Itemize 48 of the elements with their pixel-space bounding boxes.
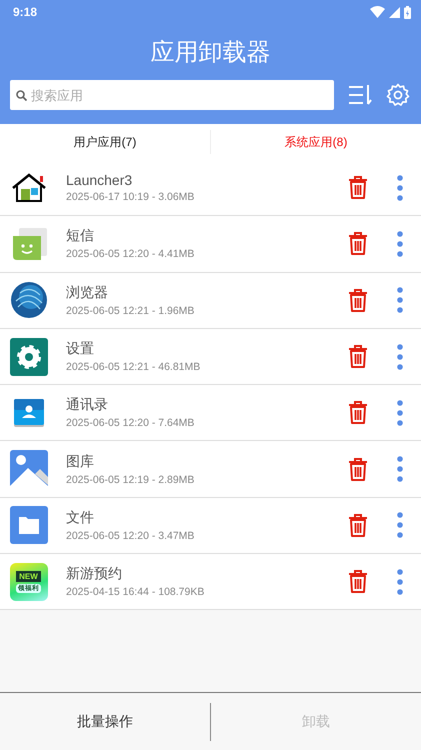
folder-icon <box>10 506 48 544</box>
globe-icon <box>10 281 48 320</box>
app-name: 通讯录 <box>66 396 108 414</box>
chat-bubble-icon <box>10 226 46 262</box>
more-icon[interactable] <box>397 568 403 595</box>
image-icon <box>10 450 48 488</box>
action-button[interactable]: 批量操作 <box>0 693 210 750</box>
app-details: 2025-06-05 12:20 - 4.41MB <box>66 248 194 260</box>
trash-icon[interactable] <box>348 288 368 313</box>
more-icon[interactable] <box>397 512 403 538</box>
signal-icon <box>389 6 400 18</box>
trash-icon[interactable] <box>348 175 368 200</box>
trash-icon[interactable] <box>348 456 368 482</box>
wifi-icon <box>370 6 385 18</box>
app-details: 2025-06-05 12:21 - 1.96MB <box>66 304 194 317</box>
app-details: 2025-06-05 12:21 - 46.81MB <box>66 361 200 374</box>
app-title: 应用卸载器 <box>150 38 270 68</box>
more-icon[interactable] <box>397 174 403 201</box>
contact-card-icon <box>12 396 44 429</box>
battery-icon <box>404 6 411 18</box>
search-field[interactable]: 搜索应用 <box>10 80 334 110</box>
app-name: 图库 <box>66 452 94 471</box>
more-icon[interactable] <box>397 230 403 257</box>
app-details: 2025-04-15 16:44 - 108.79KB <box>66 586 204 598</box>
settings-icon[interactable] <box>386 83 410 107</box>
house-icon <box>10 172 46 203</box>
app-details: 2025-06-05 12:19 - 2.89MB <box>66 474 194 486</box>
trash-icon[interactable] <box>348 400 368 426</box>
trash-icon[interactable] <box>348 344 368 370</box>
more-icon[interactable] <box>397 344 403 370</box>
app-name: 设置 <box>66 340 94 358</box>
app-details: 2025-06-17 10:19 - 3.06MB <box>66 191 194 204</box>
gear-icon <box>10 338 48 376</box>
trash-icon[interactable] <box>348 569 368 594</box>
more-icon[interactable] <box>397 287 403 314</box>
trash-icon[interactable] <box>348 231 368 256</box>
app-name: 新游预约 <box>66 565 122 584</box>
app-name: 短信 <box>66 227 94 246</box>
app-name: 浏览器 <box>66 284 108 302</box>
app-name: 文件 <box>66 508 94 527</box>
app-details: 2025-06-05 12:20 - 7.64MB <box>66 417 194 430</box>
sort-icon[interactable] <box>348 84 372 106</box>
trash-icon[interactable] <box>348 512 368 538</box>
status-time: 9:18 <box>13 5 38 19</box>
more-icon[interactable] <box>397 456 403 482</box>
app-details: 2025-06-05 12:20 - 3.47MB <box>66 530 194 542</box>
app-name: Launcher3 <box>66 172 132 188</box>
more-icon[interactable] <box>397 400 403 426</box>
